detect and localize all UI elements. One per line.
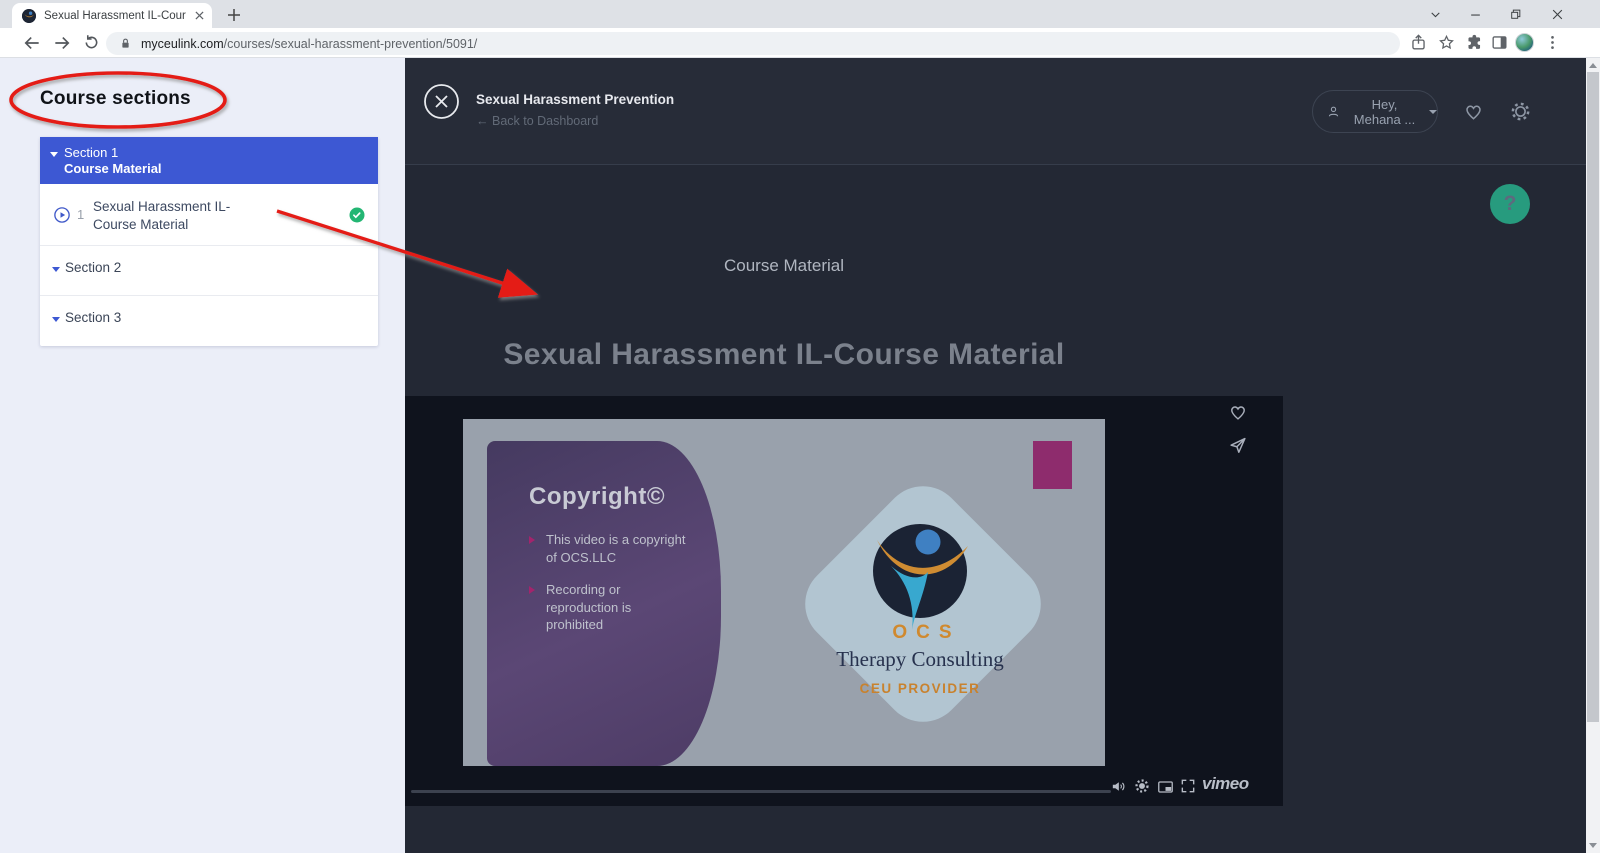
lock-icon [118,36,133,51]
lesson-title-line2: Course Material [93,216,230,234]
browser-reload-button[interactable] [82,33,102,53]
address-bar[interactable]: myceulink.com/courses/sexual-harassment-… [106,32,1400,55]
site-favicon-icon [22,9,36,23]
caret-down-icon [1429,110,1437,114]
section-3-label: Section 3 [65,310,121,325]
url-path: /courses/sexual-harassment-prevention/50… [224,37,478,51]
slide-bullet-2: Recording or reproduction is prohibited [529,581,631,634]
bookmark-star-icon[interactable] [1437,33,1457,53]
fullscreen-icon[interactable] [1180,778,1196,794]
window-minimize-button[interactable] [1456,0,1494,28]
course-sections-sidebar: Course sections Section 1 Course Materia… [0,58,405,853]
chevron-down-icon [52,317,60,322]
course-main-panel: Sexual Harassment Prevention ← Back to D… [405,58,1586,853]
user-menu-button[interactable]: Hey, Mehana ... [1312,90,1438,133]
video-slide: Copyright© This video is a copyright of … [463,419,1105,766]
new-tab-button[interactable] [224,5,244,25]
slide-accent-rectangle [1033,441,1072,489]
screenshot-root: Sexual Harassment IL-Course Ma [0,0,1600,853]
tab-search-icon[interactable] [1416,0,1454,28]
app-content: Course sections Section 1 Course Materia… [0,58,1600,853]
lesson-page-title: Sexual Harassment IL-Course Material [405,338,1163,372]
bullet-1-line-1: This video is a copyright [546,531,685,549]
profile-avatar[interactable] [1515,33,1534,52]
browser-tab-strip: Sexual Harassment IL-Course Ma [0,0,1600,28]
close-course-button[interactable] [423,83,460,120]
course-title: Sexual Harassment Prevention [476,92,674,107]
slide-copyright-panel: Copyright© This video is a copyright of … [487,441,721,766]
section-3-header[interactable]: Section 3 [40,296,378,346]
tab-close-icon[interactable] [195,11,204,20]
course-header: Sexual Harassment Prevention ← Back to D… [405,58,1586,165]
favorite-heart-icon[interactable] [1462,100,1485,123]
section-1-header[interactable]: Section 1 Course Material [40,137,378,184]
bullet-2-line-1: Recording or [546,581,631,599]
section-1-label: Section 1 [64,145,118,160]
vimeo-player[interactable]: Copyright© This video is a copyright of … [405,396,1283,806]
completed-check-icon [348,206,366,224]
back-to-dashboard-link[interactable]: ← Back to Dashboard [476,114,598,128]
browser-back-button[interactable] [22,33,42,53]
url-text: myceulink.com/courses/sexual-harassment-… [141,37,477,51]
window-restore-button[interactable] [1496,0,1534,28]
slide-bullet-1: This video is a copyright of OCS.LLC [529,531,685,566]
scrollbar-up-arrow[interactable] [1589,63,1597,68]
bullet-2-line-2: reproduction is [546,599,631,617]
sections-card: Section 1 Course Material 1 Sexual Haras… [40,137,378,346]
ocs-logo-figure [865,516,975,626]
section-2-header[interactable]: Section 2 [40,246,378,296]
vimeo-logo[interactable]: vimeo [1202,774,1249,794]
side-panel-icon[interactable] [1490,33,1510,53]
tab-title: Sexual Harassment IL-Course Ma [44,10,186,22]
bullet-2-line-3: prohibited [546,616,631,634]
slide-title: Copyright© [529,483,665,511]
ocs-logo-acronym: OCS [770,622,1074,644]
user-icon [1326,104,1341,119]
video-settings-gear-icon[interactable] [1134,778,1150,794]
ocs-logo-name: Therapy Consulting [770,647,1070,672]
bullet-triangle-icon [529,536,535,544]
video-progress-bar[interactable] [411,790,1111,793]
picture-in-picture-icon[interactable] [1157,779,1174,795]
browser-toolbar: myceulink.com/courses/sexual-harassment-… [0,28,1600,58]
lesson-title: Sexual Harassment IL- Course Material [93,198,230,234]
url-domain: myceulink.com [141,37,224,51]
bullet-1-line-2: of OCS.LLC [546,549,685,567]
browser-tab[interactable]: Sexual Harassment IL-Course Ma [12,3,212,28]
scrollbar-thumb[interactable] [1587,72,1599,722]
window-close-button[interactable] [1538,0,1576,28]
video-share-plane-icon[interactable] [1227,434,1249,456]
volume-icon[interactable] [1110,778,1127,795]
browser-menu-kebab-icon[interactable] [1543,33,1563,53]
back-to-dashboard-label: Back to Dashboard [492,114,598,128]
play-circle-icon [53,206,71,224]
scrollbar-down-arrow[interactable] [1589,843,1597,848]
bullet-triangle-icon [529,586,535,594]
back-arrow-icon: ← [476,114,489,128]
help-button[interactable]: ? [1490,184,1530,224]
section-eyebrow: Course Material [405,256,1163,276]
browser-forward-button[interactable] [52,33,72,53]
section-2-label: Section 2 [65,260,121,275]
sidebar-heading: Course sections [40,88,191,110]
lesson-title-line1: Sexual Harassment IL- [93,198,230,216]
share-icon[interactable] [1409,33,1429,53]
settings-gear-icon[interactable] [1509,100,1532,123]
page-scrollbar[interactable] [1586,58,1600,853]
extensions-puzzle-icon[interactable] [1465,33,1485,53]
ocs-logo-tagline: CEU PROVIDER [770,681,1070,696]
lesson-item[interactable]: 1 Sexual Harassment IL- Course Material [40,184,378,246]
chevron-down-icon [52,267,60,272]
chevron-down-icon [50,152,58,157]
lesson-number: 1 [77,207,84,222]
user-greeting-label: Hey, Mehana ... [1347,97,1422,127]
video-like-heart-icon[interactable] [1227,401,1249,423]
section-1-sublabel: Course Material [64,161,162,176]
